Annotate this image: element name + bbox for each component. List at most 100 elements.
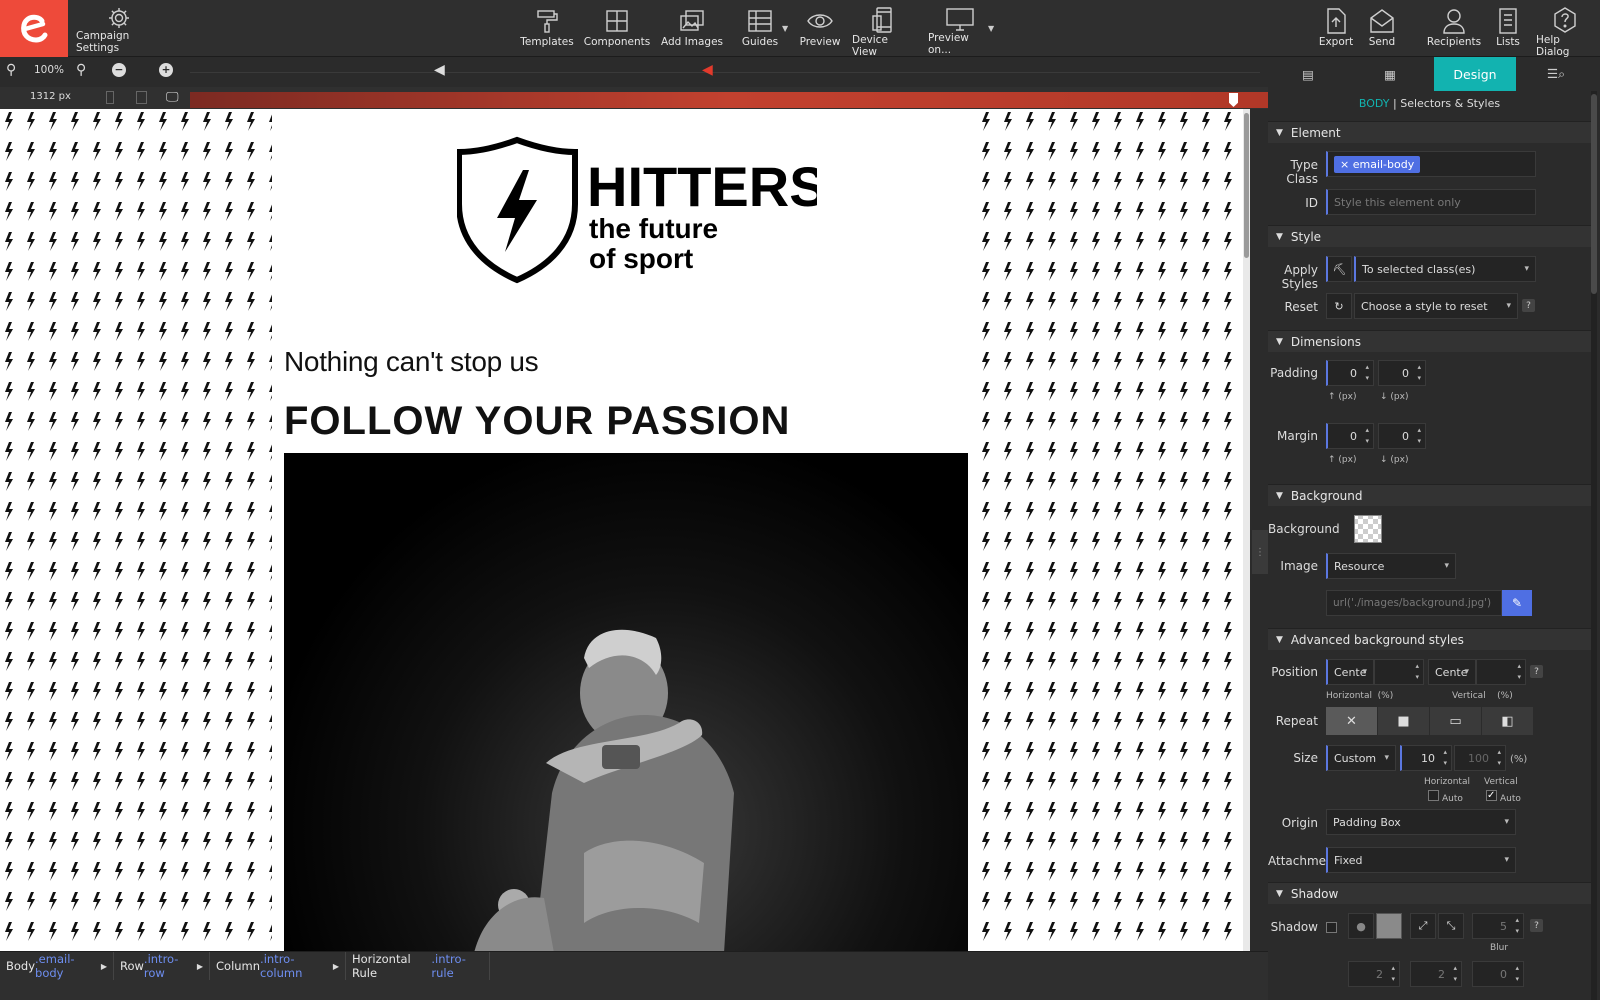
section-dimensions[interactable]: ▼ Dimensions [1268, 330, 1591, 352]
components-button[interactable]: Components [584, 6, 650, 54]
selector-body[interactable]: BODY [1359, 97, 1390, 110]
app-logo[interactable] [0, 0, 68, 57]
inset-icon[interactable]: ⤡ [1438, 913, 1464, 939]
position-horizontal-select[interactable]: Cente [1326, 659, 1374, 685]
padding-top-unit: ↑ (px) [1328, 392, 1357, 402]
tab-search[interactable]: ☰⌕ [1516, 57, 1596, 91]
section-element[interactable]: ▼ Element [1268, 121, 1591, 143]
type-class-field[interactable]: × email-body [1326, 151, 1536, 177]
minus-icon[interactable]: − [112, 63, 126, 77]
zoom-in-icon[interactable]: ⚲ [76, 62, 86, 78]
repeat-x-icon[interactable]: ▭ [1430, 707, 1482, 735]
campaign-settings-button[interactable]: Campaign Settings [76, 6, 162, 54]
guides-button[interactable]: Guides [738, 6, 782, 54]
reset-select[interactable]: Choose a style to reset [1354, 293, 1518, 319]
shadow-checkbox[interactable] [1326, 922, 1337, 933]
email-tagline[interactable]: Nothing can't stop us [284, 346, 539, 378]
plus-icon[interactable]: + [159, 63, 173, 77]
size-vertical-input[interactable]: 100 [1454, 745, 1506, 771]
position-vertical-select[interactable]: Cente [1428, 659, 1476, 685]
tablet-icon[interactable] [136, 91, 147, 104]
expand-icon[interactable]: ⤢ [1410, 913, 1436, 939]
phone-icon[interactable] [106, 91, 114, 104]
origin-select[interactable]: Padding Box [1326, 809, 1516, 835]
zoom-out-icon[interactable]: ⚲ [6, 62, 16, 78]
edit-pencil-icon[interactable]: ✎ [1502, 590, 1532, 616]
email-canvas[interactable]: HITTERS the future of sport Nothing can'… [0, 109, 1250, 951]
email-headline[interactable]: FOLLOW YOUR PASSION [284, 399, 790, 444]
apply-styles-select[interactable]: To selected class(es) [1354, 256, 1536, 282]
position-vertical-input[interactable] [1476, 659, 1526, 685]
recipients-button[interactable]: Recipients [1427, 6, 1481, 54]
shadow-y-input[interactable]: 2 [1410, 961, 1462, 987]
section-shadow[interactable]: ▼ Shadow [1268, 882, 1591, 904]
templates-button[interactable]: Templates [520, 6, 574, 54]
help-dialog-button[interactable]: Help Dialog [1536, 6, 1594, 58]
section-style[interactable]: ▼ Style [1268, 225, 1591, 247]
brand-logo[interactable]: HITTERS the future of sport [456, 134, 827, 288]
device-view-button[interactable]: Device View [852, 6, 916, 58]
desktop-icon[interactable]: 🖵 [166, 90, 179, 105]
attachment-label: Attachment [1268, 854, 1339, 868]
email-body[interactable]: HITTERS the future of sport Nothing can'… [272, 109, 977, 951]
margin-top-input[interactable]: 0 [1326, 423, 1374, 449]
section-background[interactable]: ▼ Background [1268, 484, 1591, 506]
image-source-select[interactable]: Resource [1326, 553, 1456, 579]
breadcrumb-column[interactable]: Column .intro-column ▶ [210, 952, 346, 980]
repeat-all-icon[interactable]: ■ [1378, 707, 1430, 735]
right-handle-icon[interactable]: ◀ [702, 62, 713, 78]
class-chip[interactable]: × email-body [1334, 155, 1421, 173]
add-images-button[interactable]: Add Images [660, 6, 724, 54]
drop-icon[interactable]: ● [1348, 913, 1374, 939]
size-horizontal-input[interactable]: 10 [1400, 745, 1452, 771]
attachment-select[interactable]: Fixed [1326, 847, 1516, 873]
size-horizontal-label: Horizontal [1424, 777, 1470, 787]
help-icon[interactable]: ? [1530, 665, 1543, 678]
panel-scrollbar-thumb[interactable] [1591, 94, 1597, 294]
preview-on-dropdown-icon[interactable]: ▼ [988, 24, 994, 33]
preview-on-button[interactable]: Preview on... [928, 6, 992, 56]
auto-horizontal-checkbox[interactable] [1428, 790, 1439, 801]
section-advanced-background[interactable]: ▼ Advanced background styles [1268, 628, 1591, 650]
tab-layout[interactable]: ▤ [1268, 57, 1348, 91]
position-horizontal-input[interactable] [1374, 659, 1424, 685]
no-repeat-icon[interactable]: ✕ [1326, 707, 1378, 735]
lists-button[interactable]: Lists [1496, 6, 1520, 54]
breadcrumb-body[interactable]: Body .email-body ▶ [0, 952, 114, 980]
left-handle-icon[interactable]: ◀ [434, 62, 445, 78]
shadow-color-swatch[interactable] [1376, 913, 1402, 939]
hero-image[interactable] [284, 453, 968, 951]
reset-icon[interactable]: ↻ [1326, 293, 1352, 319]
breadcrumb-horizontal-rule[interactable]: Horizontal Rule .intro-rule [346, 952, 490, 980]
send-button[interactable]: Send [1366, 6, 1398, 54]
background-color-swatch[interactable] [1354, 515, 1382, 543]
id-field[interactable]: Style this element only [1326, 189, 1536, 215]
guides-dropdown-icon[interactable]: ▼ [782, 24, 788, 33]
paint-roller-icon[interactable]: ⛏ [1326, 256, 1352, 282]
image-url-field[interactable]: url('./images/background.jpg') [1326, 590, 1502, 616]
canvas-scrollbar[interactable] [1243, 109, 1250, 951]
export-button[interactable]: Export [1318, 6, 1354, 54]
size-select[interactable]: Custom [1326, 745, 1396, 771]
help-icon[interactable]: ? [1522, 299, 1535, 312]
margin-bottom-input[interactable]: 0 [1378, 423, 1426, 449]
panel-resizer-handle[interactable]: ⋮ [1252, 530, 1268, 574]
breadcrumb-row[interactable]: Row .intro-row ▶ [114, 952, 210, 980]
width-slider-track[interactable] [190, 72, 1260, 73]
auto-vertical-checkbox[interactable]: ✓ [1486, 790, 1497, 801]
shadow-spread-input[interactable]: 0 [1472, 961, 1524, 987]
paint-roller-icon [534, 6, 560, 36]
tab-blocks[interactable]: ▦ [1350, 57, 1430, 91]
shadow-blur-input[interactable]: 5 [1472, 913, 1524, 939]
width-marker-icon[interactable] [1229, 93, 1238, 107]
preview-button[interactable]: Preview [798, 6, 842, 54]
width-indicator-bar [190, 92, 1268, 108]
tab-design[interactable]: Design [1434, 57, 1516, 91]
canvas-scrollbar-thumb[interactable] [1244, 113, 1249, 258]
padding-top-input[interactable]: 0 [1326, 360, 1374, 386]
shadow-x-input[interactable]: 2 [1348, 961, 1400, 987]
repeat-y-icon[interactable]: ◧ [1482, 707, 1534, 735]
panel-scrollbar[interactable] [1591, 91, 1597, 1000]
help-icon[interactable]: ? [1530, 919, 1543, 932]
padding-bottom-input[interactable]: 0 [1378, 360, 1426, 386]
